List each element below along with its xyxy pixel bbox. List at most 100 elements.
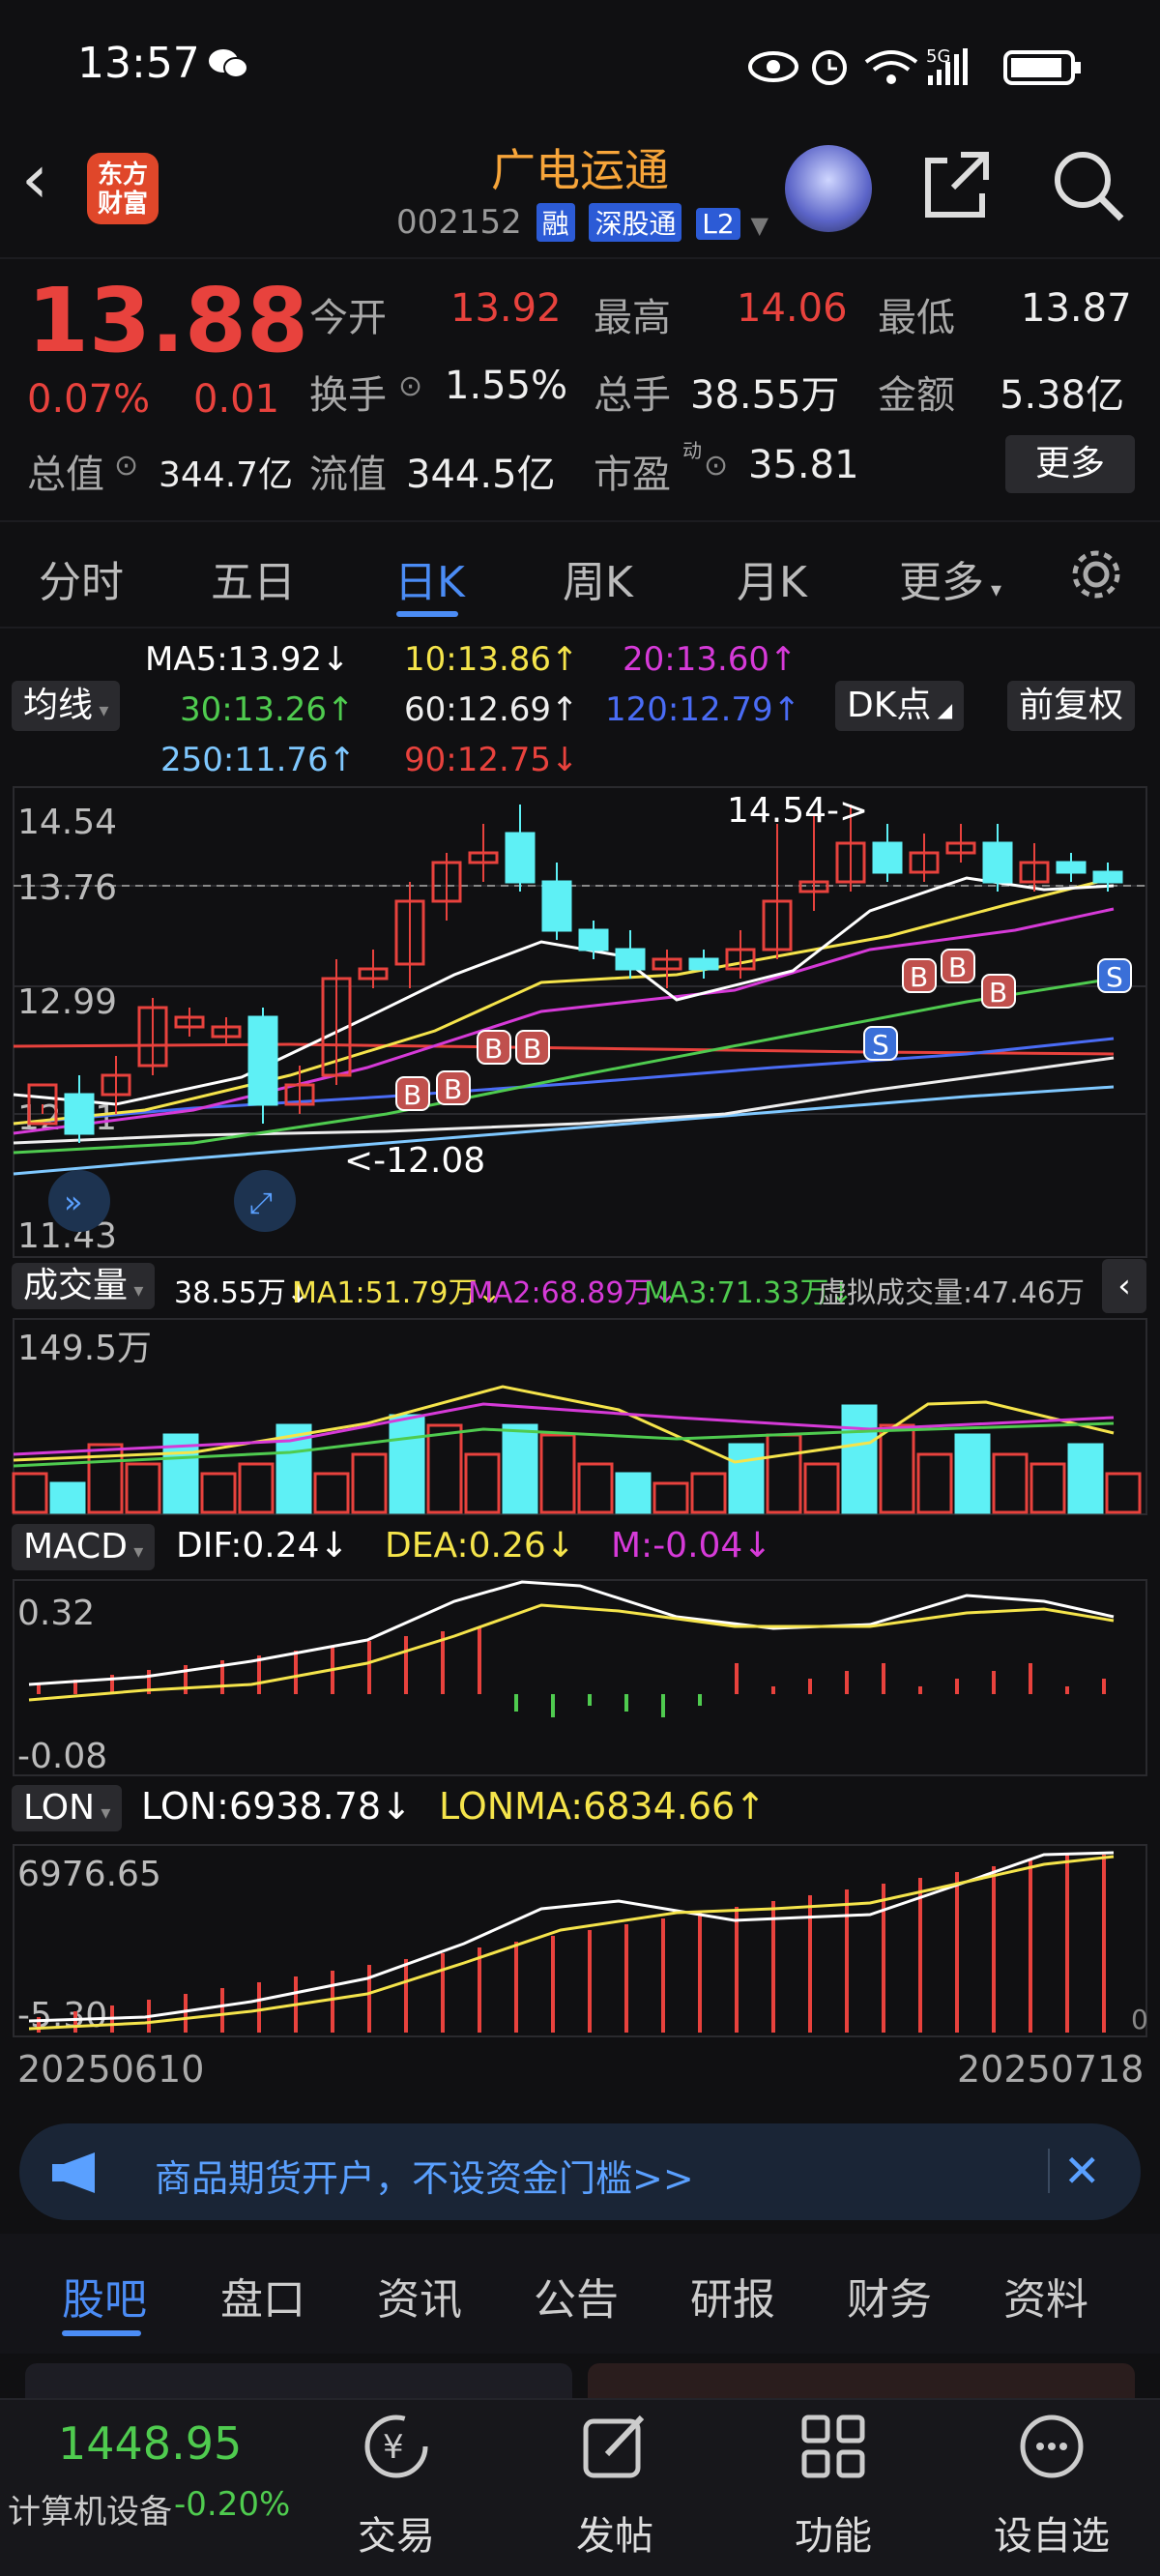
tab-five-day[interactable]: 五日	[211, 547, 296, 609]
date-end: 20250718	[957, 2048, 1145, 2091]
kline-chart[interactable]: 14.54 13.76 12.99 12.21 11.43 14.54-> <-…	[0, 785, 1160, 1259]
index-name: 计算机设备	[8, 2493, 172, 2532]
macd-top-label: 0.32	[17, 1594, 95, 1633]
banner-text[interactable]: 商品期货开户，不设资金门槛>>	[155, 2149, 694, 2202]
macd-chart: 0.32 -0.08	[13, 1579, 1147, 1776]
volume-bar	[539, 1433, 576, 1514]
active-tab-indicator	[396, 611, 458, 617]
tab-monthly-k[interactable]: 月K	[737, 547, 807, 609]
volume-bar	[577, 1462, 614, 1514]
close-icon[interactable]: ✕	[1063, 2145, 1101, 2197]
change-value: 0.01	[193, 377, 280, 422]
float-cap-value: 344.5亿	[406, 453, 556, 497]
functions-icon[interactable]	[795, 2408, 872, 2485]
tab-news[interactable]: 资讯	[377, 2265, 462, 2327]
collapse-left-icon[interactable]: ‹	[1102, 1259, 1146, 1313]
svg-text:S: S	[872, 1029, 889, 1061]
volume-bar	[652, 1481, 689, 1514]
volume-bar	[992, 1452, 1029, 1514]
assistant-robot-icon[interactable]	[785, 145, 872, 232]
nav-trade[interactable]: 交易	[329, 2504, 464, 2561]
tab-announcements[interactable]: 公告	[534, 2265, 619, 2327]
active-content-tab-indicator	[62, 2330, 141, 2336]
trade-icon[interactable]: ¥	[358, 2408, 435, 2485]
ma30-line	[13, 977, 1115, 1155]
dk-point-button[interactable]: DK点 ◢	[835, 681, 965, 731]
high-value: 14.06	[737, 286, 848, 331]
open-label: 今开	[309, 296, 387, 340]
tag-l2: L2	[696, 208, 740, 240]
info-icon[interactable]: ⊙	[114, 449, 138, 483]
macd-histogram	[37, 1626, 1106, 1717]
search-icon[interactable]	[1050, 147, 1127, 224]
svg-text:»: »	[64, 1184, 83, 1220]
stock-code-row[interactable]: 002152 融 深股通 L2 ▼	[396, 203, 768, 242]
lon-selector[interactable]: LON ▾	[12, 1785, 123, 1831]
more-dots-icon[interactable]	[1013, 2408, 1090, 2485]
eye-icon	[748, 51, 798, 82]
tab-orderbook[interactable]: 盘口	[220, 2265, 305, 2327]
macd-dea: DEA:0.26↓	[385, 1526, 575, 1566]
tab-profile[interactable]: 资料	[1003, 2265, 1088, 2327]
y-label-top: 14.54	[17, 803, 117, 842]
volume-bar	[49, 1481, 86, 1514]
change-percent: 0.07%	[27, 377, 151, 422]
volume-bar	[1030, 1462, 1066, 1514]
tab-finance[interactable]: 财务	[847, 2265, 932, 2327]
post-icon[interactable]	[576, 2408, 653, 2485]
candle	[358, 950, 389, 988]
nav-functions[interactable]: 功能	[766, 2504, 901, 2561]
ma5-value: MA5:13.92↓	[145, 640, 350, 679]
tab-research[interactable]: 研报	[690, 2265, 775, 2327]
lon-right-label: 0	[1131, 2004, 1148, 2035]
nav-add-watchlist[interactable]: 设自选	[984, 2504, 1119, 2561]
macd-dif: DIF:0.24↓	[176, 1526, 349, 1566]
ma120-value: 120:12.79↑	[605, 690, 801, 729]
tab-weekly-k[interactable]: 周K	[563, 547, 633, 609]
more-button[interactable]: 更多	[1005, 435, 1135, 493]
candle	[64, 1075, 95, 1143]
nav-post[interactable]: 发帖	[547, 2504, 682, 2561]
tab-daily-k[interactable]: 日K	[394, 547, 465, 609]
lon-top-label: 6976.65	[17, 1855, 161, 1894]
svg-text:B: B	[444, 1073, 462, 1105]
gear-icon[interactable]	[1069, 547, 1123, 601]
index-value[interactable]: 1448.95	[58, 2417, 242, 2470]
ma90-line	[13, 1042, 1115, 1056]
volume-bars	[12, 1404, 1142, 1514]
share-icon[interactable]	[918, 147, 994, 222]
candle	[211, 1017, 242, 1046]
tab-forum[interactable]: 股吧	[62, 2265, 147, 2327]
y-label-2: 13.76	[17, 868, 117, 908]
info-icon[interactable]: ⊙	[398, 369, 422, 403]
candle	[982, 824, 1013, 892]
volume-selector[interactable]: 成交量 ▾	[12, 1263, 156, 1309]
svg-text:B: B	[403, 1079, 421, 1111]
amount-label: 金额	[878, 373, 955, 418]
tab-intraday[interactable]: 分时	[39, 547, 124, 609]
tag-margin: 融	[536, 203, 575, 242]
wifi-icon	[864, 50, 918, 84]
candle	[468, 824, 499, 882]
info-icon[interactable]: ⊙	[704, 449, 728, 483]
macd-bottom-label: -0.08	[17, 1737, 107, 1776]
volume-value: 38.55万	[690, 373, 840, 418]
volume-bar	[728, 1443, 765, 1514]
macd-selector[interactable]: MACD ▾	[12, 1524, 156, 1570]
adjust-button[interactable]: 前复权	[1007, 681, 1136, 731]
volume-bar	[389, 1414, 425, 1514]
volume-bar	[690, 1472, 727, 1514]
tab-more[interactable]: 更多 ▾	[899, 547, 1001, 609]
status-time: 13:57	[77, 39, 200, 88]
volume-bar	[766, 1433, 802, 1514]
volume-bar	[351, 1452, 388, 1514]
candle	[321, 959, 352, 1085]
market-cap-value: 344.7亿	[159, 455, 294, 495]
volume-current: 38.55万↓	[174, 1276, 311, 1310]
volume-bar	[954, 1433, 991, 1514]
low-label: 最低	[878, 296, 955, 340]
alarm-icon	[812, 50, 847, 85]
ma-selector[interactable]: 均线 ▾	[12, 681, 121, 731]
candle	[247, 1008, 278, 1124]
current-price: 13.88	[27, 269, 309, 372]
